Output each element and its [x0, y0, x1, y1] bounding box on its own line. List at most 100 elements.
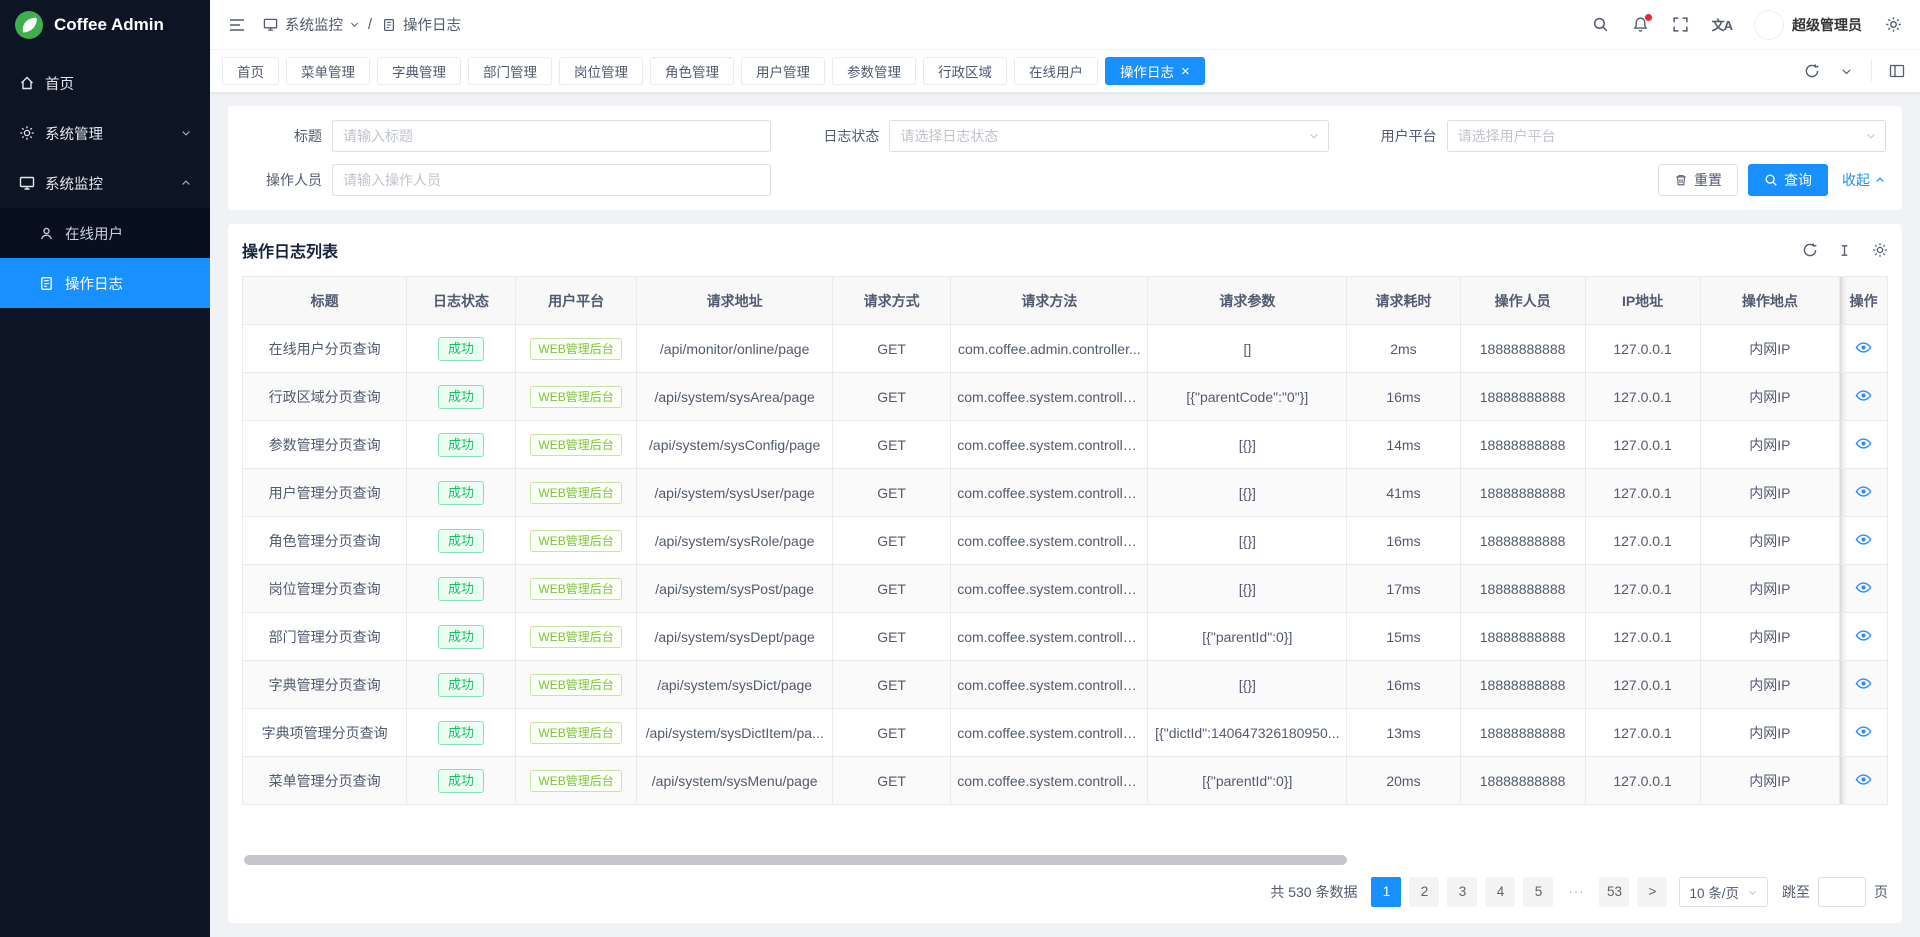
operator-input[interactable] [332, 164, 771, 196]
search-icon[interactable] [1592, 16, 1610, 34]
tab-item[interactable]: 角色管理 [650, 57, 734, 85]
fullscreen-icon[interactable] [1672, 16, 1690, 34]
cell-request-method: GET [832, 517, 950, 565]
user-platform-select[interactable] [1447, 120, 1886, 152]
notification-bell-icon[interactable] [1632, 16, 1650, 34]
cell-platform: WEB管理后台 [515, 709, 637, 757]
cell-duration: 16ms [1347, 517, 1460, 565]
collapse-filters-link[interactable]: 收起 [1842, 170, 1886, 190]
tab-item[interactable]: 参数管理 [832, 57, 916, 85]
cell-request-params: [{}] [1148, 517, 1347, 565]
cell-platform: WEB管理后台 [515, 565, 637, 613]
tab-item[interactable]: 部门管理 [468, 57, 552, 85]
tab-item[interactable]: 行政区域 [923, 57, 1007, 85]
log-status-select[interactable] [889, 120, 1328, 152]
cell-request-url: /api/system/sysDept/page [637, 613, 833, 661]
jump-prefix: 跳至 [1782, 882, 1810, 902]
view-detail-button[interactable] [1855, 771, 1872, 788]
sidebar-item-system-management[interactable]: 系统管理 [0, 108, 210, 158]
settings-gear-icon[interactable] [1884, 16, 1902, 34]
chevron-down-icon[interactable] [1837, 62, 1855, 80]
search-label: 查询 [1784, 170, 1812, 190]
sidebar-item-home[interactable]: 首页 [0, 58, 210, 108]
tab-item[interactable]: 用户管理 [741, 57, 825, 85]
breadcrumb-item-monitor[interactable]: 系统监控 [262, 14, 360, 35]
eye-icon [1855, 579, 1872, 596]
cell-location: 内网IP [1700, 373, 1840, 421]
tab-item[interactable]: 岗位管理 [559, 57, 643, 85]
cell-request-handler: com.coffee.system.controlle... [951, 661, 1148, 709]
chevron-up-icon [180, 177, 192, 189]
filter-title: 标题 [244, 120, 771, 152]
breadcrumb-separator: / [368, 17, 372, 33]
cell-request-handler: com.coffee.system.controlle... [951, 421, 1148, 469]
cell-duration: 13ms [1347, 709, 1460, 757]
cell-request-url: /api/monitor/online/page [637, 325, 833, 373]
view-detail-button[interactable] [1855, 579, 1872, 596]
refresh-icon[interactable] [1801, 242, 1818, 259]
view-detail-button[interactable] [1855, 483, 1872, 500]
page-size-select[interactable]: 10 条/页 [1679, 877, 1768, 907]
page-number-button[interactable]: 5 [1523, 877, 1553, 907]
translate-icon[interactable]: 文A [1712, 15, 1732, 34]
reset-button[interactable]: 重置 [1658, 164, 1738, 196]
tab-item[interactable]: 菜单管理 [286, 57, 370, 85]
cell-location: 内网IP [1700, 421, 1840, 469]
tab-bar: 首页 菜单管理 字典管理部门管理岗位管理角色管理用户管理参数管理 行政区域 在线用户操作… [210, 50, 1920, 92]
cell-location: 内网IP [1700, 613, 1840, 661]
cell-action [1840, 565, 1888, 613]
user-menu[interactable]: 超级管理员 [1754, 10, 1862, 40]
tab-close-icon[interactable]: × [1181, 64, 1190, 79]
tab-item[interactable]: 首页 [222, 57, 279, 85]
jump-page-input[interactable] [1818, 877, 1866, 907]
eye-icon [1855, 531, 1872, 548]
next-page-button[interactable]: > [1637, 877, 1667, 907]
sidebar-item-online-users[interactable]: 在线用户 [0, 208, 210, 258]
view-detail-button[interactable] [1855, 675, 1872, 692]
page-number-button[interactable]: 2 [1409, 877, 1439, 907]
tab-label: 行政区域 [938, 61, 992, 81]
cell-ip: 127.0.0.1 [1585, 325, 1700, 373]
tab-label: 菜单管理 [301, 61, 355, 81]
title-input[interactable] [332, 120, 771, 152]
layout-panel-icon[interactable] [1888, 62, 1906, 80]
view-detail-button[interactable] [1855, 531, 1872, 548]
cell-operator: 18888888888 [1460, 421, 1585, 469]
status-badge: 成功 [438, 481, 484, 505]
cell-action [1840, 613, 1888, 661]
page-number-button[interactable]: 1 [1371, 877, 1401, 907]
view-detail-button[interactable] [1855, 435, 1872, 452]
cell-duration: 14ms [1347, 421, 1460, 469]
scrollbar-thumb[interactable] [244, 855, 1347, 865]
view-detail-button[interactable] [1855, 723, 1872, 740]
cell-location: 内网IP [1700, 469, 1840, 517]
page-number-button[interactable]: 3 [1447, 877, 1477, 907]
view-detail-button[interactable] [1855, 627, 1872, 644]
sidebar-item-system-monitor[interactable]: 系统监控 [0, 158, 210, 208]
status-badge: 成功 [438, 769, 484, 793]
search-button[interactable]: 查询 [1748, 164, 1828, 196]
tab-item[interactable]: 字典管理 [377, 57, 461, 85]
eye-icon [1855, 387, 1872, 404]
platform-badge: WEB管理后台 [530, 434, 621, 456]
refresh-icon[interactable] [1803, 62, 1821, 80]
page-number-button[interactable]: 4 [1485, 877, 1515, 907]
view-detail-button[interactable] [1855, 387, 1872, 404]
view-detail-button[interactable] [1855, 339, 1872, 356]
eye-icon [1855, 483, 1872, 500]
text-height-icon[interactable] [1836, 242, 1853, 259]
tab-item[interactable]: 在线用户 [1014, 57, 1098, 85]
cell-duration: 2ms [1347, 325, 1460, 373]
sidebar-item-operation-log[interactable]: 操作日志 [0, 258, 210, 308]
page-number-button[interactable]: 53 [1599, 877, 1629, 907]
cell-request-params: [{"parentId":0}] [1148, 613, 1347, 661]
cell-request-method: GET [832, 373, 950, 421]
platform-badge: WEB管理后台 [530, 386, 621, 408]
collapse-sidebar-icon[interactable] [228, 16, 246, 34]
column-settings-gear-icon[interactable] [1871, 242, 1888, 259]
cell-title: 字典项管理分页查询 [243, 709, 407, 757]
tab-item[interactable]: 操作日志× [1105, 57, 1205, 85]
cell-status: 成功 [407, 421, 515, 469]
table-row: 菜单管理分页查询成功WEB管理后台/api/system/sysMenu/pag… [243, 757, 1888, 805]
filter-log-status: 日志状态 [801, 120, 1328, 152]
